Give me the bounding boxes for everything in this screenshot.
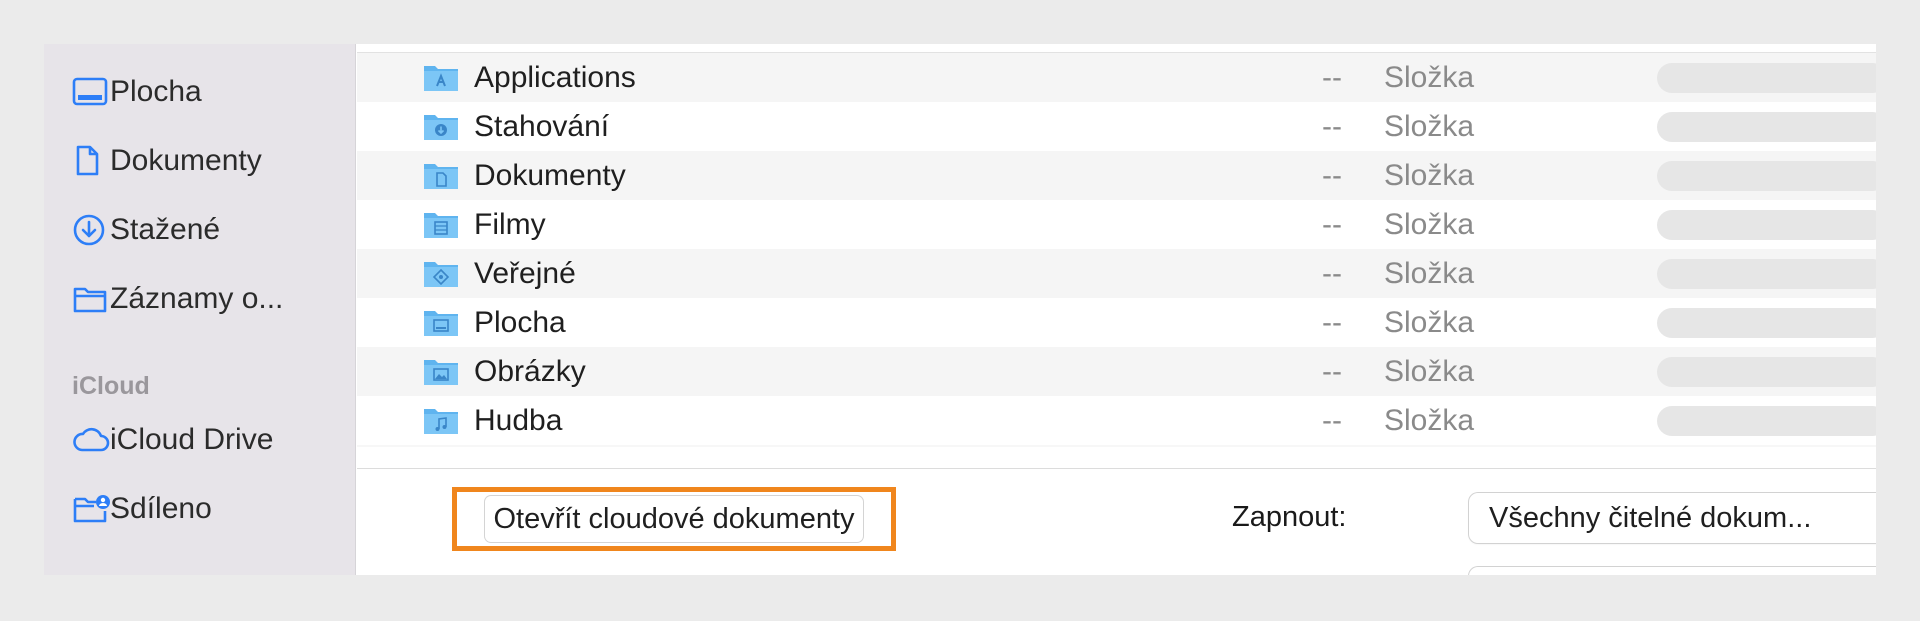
table-row[interactable]: Obrázky -- Složka: [357, 347, 1876, 396]
file-kind: Složka: [1384, 305, 1475, 339]
file-list: Applications -- Složka Stahování -- Slož…: [357, 52, 1876, 447]
placeholder-bar: [1657, 307, 1876, 338]
file-kind: Složka: [1384, 256, 1475, 290]
desktop-folder-icon: [424, 311, 458, 336]
placeholder-bar: [1657, 258, 1876, 289]
footer-divider: [357, 468, 1876, 469]
file-size: --: [1322, 207, 1342, 241]
table-row[interactable]: Hudba -- Složka: [357, 396, 1876, 445]
music-folder-icon: [424, 409, 458, 434]
sidebar-section-heading: iCloud: [72, 372, 150, 400]
secondary-select[interactable]: [1469, 567, 1876, 575]
file-kind: Složka: [1384, 207, 1475, 241]
sidebar-item-icloud-drive[interactable]: iCloud Drive: [72, 418, 273, 462]
sidebar-item-stazene[interactable]: Stažené: [72, 208, 220, 252]
placeholder-bar: [1657, 160, 1876, 191]
pictures-folder-icon: [424, 360, 458, 385]
sidebar-item-label: Záznamy o...: [110, 282, 284, 315]
sidebar-item-label: iCloud Drive: [110, 423, 274, 456]
sidebar-item-zaznamy[interactable]: Záznamy o...: [72, 277, 283, 321]
table-row[interactable]: Filmy -- Složka: [357, 200, 1876, 249]
file-browser: Applications -- Složka Stahování -- Slož…: [357, 44, 1876, 575]
file-name: Plocha: [474, 305, 566, 339]
file-size: --: [1322, 60, 1342, 94]
table-row[interactable]: Plocha -- Složka: [357, 298, 1876, 347]
open-cloud-documents-button[interactable]: Otevřít cloudové dokumenty: [485, 496, 863, 542]
documents-folder-icon: [424, 164, 458, 189]
file-name: Filmy: [474, 207, 546, 241]
document-icon: [72, 144, 110, 178]
placeholder-bar: [1657, 405, 1876, 436]
placeholder-bar: [1657, 356, 1876, 387]
enable-label: Zapnout:: [1232, 501, 1347, 533]
file-size: --: [1322, 109, 1342, 143]
cloud-icon: [72, 423, 110, 457]
sidebar: Plocha Dokumenty Stažené Záznamy o... iC…: [44, 44, 356, 575]
public-folder-icon: [424, 262, 458, 287]
movies-folder-icon: [424, 213, 458, 238]
folder-icon: [72, 282, 110, 316]
shared-folder-icon: [72, 492, 110, 526]
open-cloud-documents-highlight[interactable]: Otevřít cloudové dokumenty: [452, 487, 896, 551]
sidebar-item-label: Plocha: [110, 75, 202, 108]
file-size: --: [1322, 305, 1342, 339]
table-row[interactable]: Applications -- Složka: [357, 53, 1876, 102]
sidebar-item-label: Dokumenty: [110, 144, 262, 177]
file-size: --: [1322, 403, 1342, 437]
placeholder-bar: [1657, 111, 1876, 142]
file-kind: Složka: [1384, 158, 1475, 192]
file-kind: Složka: [1384, 403, 1475, 437]
file-kind: Složka: [1384, 60, 1475, 94]
desktop-icon: [72, 75, 110, 109]
file-type-select-value: Všechny čitelné dokum...: [1489, 501, 1812, 534]
file-size: --: [1322, 354, 1342, 388]
file-size: --: [1322, 256, 1342, 290]
download-icon: [72, 213, 110, 247]
file-size: --: [1322, 158, 1342, 192]
downloads-folder-icon: [424, 115, 458, 140]
file-name: Applications: [474, 60, 636, 94]
placeholder-bar: [1657, 62, 1876, 93]
file-open-dialog: Plocha Dokumenty Stažené Záznamy o... iC…: [44, 44, 1876, 575]
file-name: Hudba: [474, 403, 563, 437]
table-row[interactable]: Dokumenty -- Složka: [357, 151, 1876, 200]
file-kind: Složka: [1384, 109, 1475, 143]
placeholder-bar: [1657, 209, 1876, 240]
file-name: Veřejné: [474, 256, 576, 290]
file-name: Stahování: [474, 109, 610, 143]
file-kind: Složka: [1384, 354, 1475, 388]
file-type-select[interactable]: Všechny čitelné dokum...: [1469, 493, 1876, 543]
table-row[interactable]: Veřejné -- Složka: [357, 249, 1876, 298]
applications-folder-icon: [424, 66, 458, 91]
sidebar-item-dokumenty[interactable]: Dokumenty: [72, 139, 262, 183]
sidebar-item-sdileno[interactable]: Sdíleno: [72, 487, 212, 531]
file-name: Obrázky: [474, 354, 586, 388]
sidebar-item-label: Sdíleno: [110, 492, 212, 525]
file-name: Dokumenty: [474, 158, 626, 192]
sidebar-item-label: Stažené: [110, 213, 221, 246]
sidebar-item-plocha[interactable]: Plocha: [72, 70, 202, 114]
table-row[interactable]: Stahování -- Složka: [357, 102, 1876, 151]
